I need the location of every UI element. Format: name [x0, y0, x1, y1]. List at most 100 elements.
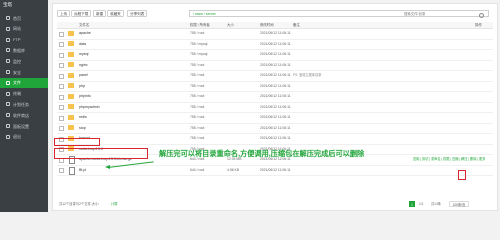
file-manager: 上传 远程下载 新建 收藏夹 分享列表 / www / server 文件名 权… — [52, 3, 498, 211]
file-permission[interactable]: 755 / root — [190, 60, 204, 71]
file-name[interactable]: data — [79, 39, 86, 50]
sidebar-item[interactable]: 终端 — [0, 89, 48, 99]
file-permission[interactable]: 755 / mysql — [190, 49, 207, 60]
calculate-link[interactable]: 计算 — [111, 200, 118, 208]
file-name[interactable]: nginx — [79, 60, 88, 71]
folder-icon — [68, 62, 74, 67]
file-permission[interactable]: 755 / root — [190, 133, 204, 144]
share-list-button[interactable]: 分享列表 — [127, 10, 148, 17]
sidebar-item-label: 文件 — [13, 80, 21, 86]
menu-icon — [6, 124, 10, 128]
breadcrumb[interactable]: / www / server — [193, 11, 216, 18]
favorites-button[interactable]: 收藏夹 — [107, 10, 124, 17]
row-checkbox[interactable] — [59, 126, 64, 131]
folder-icon — [68, 125, 74, 130]
file-permission[interactable]: 755 / root — [190, 112, 204, 123]
sidebar-item[interactable]: 软件商店 — [0, 110, 48, 120]
sidebar-item[interactable]: 首页 — [0, 13, 48, 23]
file-permission[interactable]: 755 / root — [190, 70, 204, 81]
sidebar-item-label: 面板设置 — [13, 123, 29, 129]
file-permission[interactable]: 644 / root — [190, 165, 204, 176]
sidebar-item-label: 首页 — [13, 15, 21, 21]
file-mtime: 2021/06/12 11:06:11 — [260, 73, 291, 77]
sidebar-item[interactable]: 文件 — [0, 77, 48, 88]
row-checkbox[interactable] — [59, 63, 64, 68]
sidebar-item[interactable]: FTP — [0, 35, 48, 45]
sidebar-item-label: FTP — [13, 37, 21, 43]
file-mtime: 2021/06/12 11:06:11 — [260, 31, 291, 35]
file-name[interactable]: mysql — [79, 49, 88, 60]
row-checkbox[interactable] — [59, 94, 64, 100]
panel-logo: 宝塔 — [3, 2, 12, 7]
sidebar-item[interactable]: 安全 — [0, 67, 48, 77]
file-name[interactable]: phpinfo — [79, 91, 91, 102]
search-icon[interactable] — [479, 12, 484, 18]
file-remark[interactable]: PS: 宝塔主程序目录 — [293, 70, 321, 81]
sidebar-item[interactable]: 数据库 — [0, 45, 48, 55]
file-name[interactable]: php — [79, 81, 85, 92]
file-name[interactable]: apache — [79, 28, 91, 39]
sidebar-item[interactable]: 退出 — [0, 132, 48, 142]
menu-icon — [6, 59, 10, 64]
file-name[interactable]: redis — [79, 112, 87, 123]
file-name[interactable]: stop — [79, 123, 86, 134]
folder-icon — [68, 104, 74, 109]
row-checkbox[interactable] — [59, 84, 64, 89]
annotation-text: 解压完可以将目录重命名,方便调用,压缩包在解压完成后可以删除 — [159, 149, 365, 158]
menu-icon — [6, 134, 10, 139]
remote-download-button[interactable]: 远程下载 — [71, 10, 92, 17]
sidebar-item[interactable]: 监控 — [0, 56, 48, 66]
highlight-folder-box — [54, 137, 100, 146]
sidebar-item[interactable]: 网站 — [0, 24, 48, 34]
menu-icon — [6, 91, 10, 96]
sidebar-item-label: 退出 — [13, 134, 21, 140]
row-checkbox[interactable] — [59, 105, 64, 110]
row-checkbox[interactable] — [59, 52, 64, 58]
row-checkbox[interactable] — [59, 73, 64, 79]
file-name[interactable]: Bt.pl — [79, 165, 86, 176]
file-mtime: 2021/06/12 11:06:11 — [260, 83, 291, 88]
file-mtime: 2021/06/12 11:06:11 — [260, 167, 291, 172]
file-mtime: 2021/06/12 11:06:11 — [260, 115, 291, 119]
row-checkbox[interactable] — [59, 42, 64, 47]
menu-icon — [6, 113, 10, 118]
sidebar-item-label: 安全 — [13, 69, 21, 75]
row-operations[interactable]: 复制 | 剪切 | 重命名 | 权限 | 压缩 | 解压 | 删除 | 更多 — [413, 154, 485, 165]
file-name[interactable]: phpmyadmin — [79, 102, 100, 113]
summary-text: 共12个目录与2个文件,大小: — [59, 202, 100, 206]
folder-icon — [68, 41, 74, 46]
file-permission[interactable]: 755 / root — [190, 91, 204, 102]
upload-button[interactable]: 上传 — [57, 10, 71, 17]
file-icon — [69, 166, 75, 175]
search-input[interactable] — [404, 11, 474, 17]
file-size: 4.56 KB — [227, 167, 240, 172]
file-permission[interactable]: 755 / root — [190, 28, 204, 39]
per-page-select[interactable]: 100条/页 — [449, 201, 469, 207]
menu-icon — [6, 80, 10, 85]
file-permission[interactable]: 755 / root — [190, 123, 204, 134]
new-button[interactable]: 新建 — [93, 10, 107, 17]
page-1[interactable]: 1 — [409, 201, 415, 207]
file-mtime: 2021/06/12 11:06:11 — [260, 104, 291, 109]
file-permission[interactable]: 755 / root — [190, 81, 204, 92]
menu-icon — [6, 48, 10, 53]
row-checkbox[interactable] — [59, 168, 64, 173]
menu-icon — [6, 16, 10, 20]
file-permission[interactable]: 755 / root — [190, 102, 204, 113]
sidebar-item[interactable]: 计划任务 — [0, 99, 48, 109]
sidebar-item-label: 终端 — [13, 91, 21, 97]
menu-icon — [6, 26, 10, 31]
file-mtime: 2021/06/12 11:06:11 — [260, 125, 291, 130]
file-mtime: 2021/06/12 11:06:11 — [260, 136, 291, 140]
folder-icon — [68, 30, 74, 36]
page-total: 共14条 — [431, 202, 441, 206]
highlight-archive-box — [54, 147, 148, 159]
highlight-delete-box — [458, 170, 466, 180]
path-bar[interactable]: / www / server — [189, 10, 489, 18]
file-name[interactable]: panel — [79, 70, 88, 81]
file-permission[interactable]: 755 / mysql — [190, 39, 207, 50]
row-checkbox[interactable] — [59, 115, 64, 121]
row-checkbox[interactable] — [59, 31, 64, 37]
sidebar-item[interactable]: 面板设置 — [0, 121, 48, 131]
file-mtime: 2021/06/12 11:06:11 — [260, 52, 291, 56]
